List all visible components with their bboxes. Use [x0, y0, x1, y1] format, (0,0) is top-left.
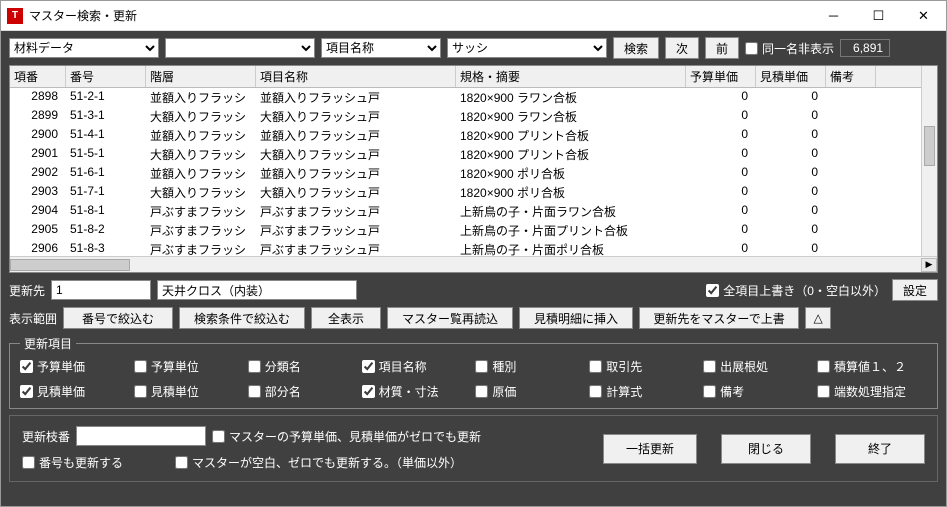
filter-by-code-button[interactable]: 番号で絞込む — [63, 307, 173, 329]
col-name[interactable]: 項目名称 — [256, 66, 456, 87]
window-title: マスター検索・更新 — [29, 7, 811, 24]
filter-by-cond-button[interactable]: 検索条件で絞込む — [179, 307, 305, 329]
overwrite-all-label: 全項目上書き（0・空白以外） — [723, 282, 886, 299]
update-items-group: 更新項目 予算単価予算単位分類名項目名称種別取引先出展根処見積単価見積単位部分名… — [9, 335, 938, 409]
update-item-checkbox[interactable]: 計算式 — [589, 383, 689, 400]
update-item-checkbox[interactable]: 備考 — [703, 383, 803, 400]
prev-button[interactable]: 前 — [705, 37, 739, 59]
combo-sub[interactable] — [165, 38, 315, 58]
update-dest-name: 天井クロス（内装） — [157, 280, 357, 300]
table-row[interactable]: 290451-8-1戸ぶすまフラッシ戸ぶすまフラッシュ戸上新鳥の子・片面ラワン合… — [10, 202, 937, 221]
vertical-scrollbar[interactable] — [921, 66, 937, 256]
opt-blank-zero-checkbox[interactable]: マスターが空白、ゼロでも更新する。（単価以外） — [175, 454, 462, 471]
branch-input[interactable] — [76, 426, 206, 446]
update-item-extra-checkbox[interactable]: 積算値１、２ — [817, 358, 927, 375]
col-code[interactable]: 番号 — [66, 66, 146, 87]
reload-master-button[interactable]: マスター覧再読込 — [387, 307, 513, 329]
bottom-panel: 更新枝番 マスターの予算単価、見積単価がゼロでも更新 番号も更新する マスターが… — [9, 415, 938, 482]
col-layer[interactable]: 階層 — [146, 66, 256, 87]
close-button[interactable]: ✕ — [901, 1, 946, 30]
grid-header: 項番 番号 階層 項目名称 規格・摘要 予算単価 見積単価 備考 — [10, 66, 937, 88]
col-no[interactable]: 項番 — [10, 66, 66, 87]
update-item-extra-checkbox[interactable]: 端数処理指定 — [817, 383, 927, 400]
branch-label: 更新枝番 — [22, 428, 70, 445]
app-window: T マスター検索・更新 ─ ☐ ✕ 材料データ 項目名称 サッシ 検索 次 前 … — [0, 0, 947, 507]
search-toolbar: 材料データ 項目名称 サッシ 検索 次 前 同一名非表示 6,891 — [9, 37, 938, 59]
update-item-checkbox[interactable]: 種別 — [475, 358, 575, 375]
table-row[interactable]: 289951-3-1大額入りフラッシ大額入りフラッシュ戸1820×900 ラワン… — [10, 107, 937, 126]
update-item-checkbox[interactable]: 部分名 — [248, 383, 348, 400]
col-remark[interactable]: 備考 — [826, 66, 876, 87]
table-row[interactable]: 290651-8-3戸ぶすまフラッシ戸ぶすまフラッシュ戸上新鳥の子・片面ポリ合板… — [10, 240, 937, 256]
hscroll-thumb[interactable] — [10, 259, 130, 271]
combo-field[interactable]: 項目名称 — [321, 38, 441, 58]
bottom-left: 更新枝番 マスターの予算単価、見積単価がゼロでも更新 番号も更新する マスターが… — [22, 426, 589, 471]
col-spec[interactable]: 規格・摘要 — [456, 66, 686, 87]
update-items-extras: 積算値１、２ 端数処理指定 — [817, 358, 927, 400]
settings-button[interactable]: 設定 — [892, 279, 938, 301]
update-item-checkbox[interactable]: 分類名 — [248, 358, 348, 375]
close-dialog-button[interactable]: 閉じる — [721, 434, 811, 464]
next-button[interactable]: 次 — [665, 37, 699, 59]
opt-update-code-label: 番号も更新する — [39, 454, 123, 471]
scope-label: 表示範囲 — [9, 310, 57, 327]
horizontal-scrollbar[interactable]: ▶ — [10, 256, 937, 272]
col-quote[interactable]: 見積単価 — [756, 66, 826, 87]
hide-same-name-label: 同一名非表示 — [762, 40, 834, 57]
update-items-grid: 予算単価予算単位分類名項目名称種別取引先出展根処見積単価見積単位部分名材質・寸法… — [20, 358, 803, 400]
opt-zero-price-label: マスターの予算単価、見積単価がゼロでも更新 — [229, 428, 481, 445]
app-body: 材料データ 項目名称 サッシ 検索 次 前 同一名非表示 6,891 項番 番号 — [1, 31, 946, 506]
update-item-checkbox[interactable]: 見積単価 — [20, 383, 120, 400]
app-icon: T — [7, 8, 23, 24]
opt-update-code-checkbox[interactable]: 番号も更新する — [22, 454, 123, 471]
maximize-button[interactable]: ☐ — [856, 1, 901, 30]
combo-keyword[interactable]: サッシ — [447, 38, 607, 58]
update-dest-row: 更新先 天井クロス（内装） 全項目上書き（0・空白以外） 設定 — [9, 279, 938, 301]
col-budget[interactable]: 予算単価 — [686, 66, 756, 87]
update-item-checkbox[interactable]: 予算単価 — [20, 358, 120, 375]
bulk-update-button[interactable]: 一括更新 — [603, 434, 697, 464]
minimize-button[interactable]: ─ — [811, 1, 856, 30]
scope-row: 表示範囲 番号で絞込む 検索条件で絞込む 全表示 マスター覧再読込 見積明細に挿… — [9, 307, 938, 329]
table-row[interactable]: 290151-5-1大額入りフラッシ大額入りフラッシュ戸1820×900 プリン… — [10, 145, 937, 164]
data-grid[interactable]: 項番 番号 階層 項目名称 規格・摘要 予算単価 見積単価 備考 289851-… — [9, 65, 938, 273]
update-item-checkbox[interactable]: 予算単位 — [134, 358, 234, 375]
triangle-button[interactable]: △ — [805, 307, 831, 329]
update-item-checkbox[interactable]: 項目名称 — [362, 358, 462, 375]
update-item-checkbox[interactable]: 材質・寸法 — [362, 383, 462, 400]
overwrite-all-checkbox[interactable]: 全項目上書き（0・空白以外） — [706, 282, 886, 299]
hide-same-name-checkbox[interactable]: 同一名非表示 — [745, 40, 834, 57]
insert-detail-button[interactable]: 見積明細に挿入 — [519, 307, 633, 329]
opt-zero-price-checkbox[interactable]: マスターの予算単価、見積単価がゼロでも更新 — [212, 428, 481, 445]
update-item-checkbox[interactable]: 原価 — [475, 383, 575, 400]
table-row[interactable]: 290251-6-1並額入りフラッシ並額入りフラッシュ戸1820×900 ポリ合… — [10, 164, 937, 183]
action-buttons: 一括更新 閉じる 終了 — [603, 434, 925, 464]
show-all-button[interactable]: 全表示 — [311, 307, 381, 329]
update-items-legend: 更新項目 — [20, 335, 76, 352]
table-row[interactable]: 289851-2-1並額入りフラッシ並額入りフラッシュ戸1820×900 ラワン… — [10, 88, 937, 107]
table-row[interactable]: 290551-8-2戸ぶすまフラッシ戸ぶすまフラッシュ戸上新鳥の子・片面プリント… — [10, 221, 937, 240]
vscroll-thumb[interactable] — [924, 126, 935, 166]
overwrite-dest-button[interactable]: 更新先をマスターで上書 — [639, 307, 799, 329]
titlebar: T マスター検索・更新 ─ ☐ ✕ — [1, 1, 946, 31]
search-button[interactable]: 検索 — [613, 37, 659, 59]
hscroll-right-arrow[interactable]: ▶ — [921, 258, 937, 272]
update-item-checkbox[interactable]: 見積単位 — [134, 383, 234, 400]
combo-category[interactable]: 材料データ — [9, 38, 159, 58]
result-count: 6,891 — [840, 39, 890, 57]
update-dest-input[interactable] — [51, 280, 151, 300]
opt-blank-zero-label: マスターが空白、ゼロでも更新する。（単価以外） — [192, 454, 462, 471]
update-item-checkbox[interactable]: 取引先 — [589, 358, 689, 375]
table-row[interactable]: 290051-4-1並額入りフラッシ並額入りフラッシュ戸1820×900 プリン… — [10, 126, 937, 145]
table-row[interactable]: 290351-7-1大額入りフラッシ大額入りフラッシュ戸1820×900 ポリ合… — [10, 183, 937, 202]
exit-button[interactable]: 終了 — [835, 434, 925, 464]
update-item-checkbox[interactable]: 出展根処 — [703, 358, 803, 375]
update-dest-label: 更新先 — [9, 282, 45, 299]
grid-body[interactable]: 289851-2-1並額入りフラッシ並額入りフラッシュ戸1820×900 ラワン… — [10, 88, 937, 256]
